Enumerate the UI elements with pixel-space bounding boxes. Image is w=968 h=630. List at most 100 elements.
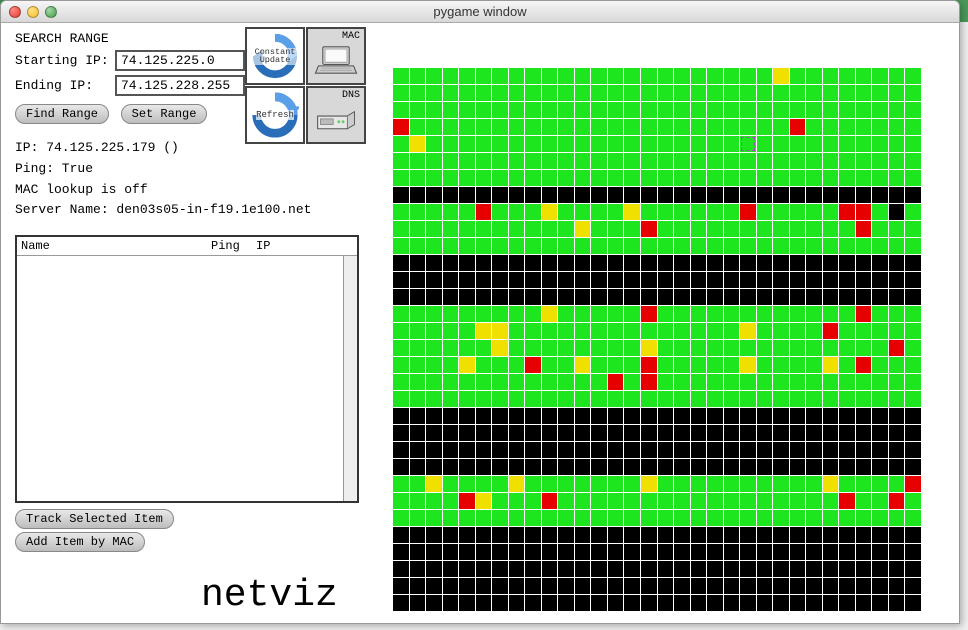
grid-cell[interactable] — [459, 544, 475, 560]
grid-cell[interactable] — [393, 544, 409, 560]
grid-cell[interactable] — [691, 323, 707, 339]
grid-cell[interactable] — [591, 595, 607, 611]
grid-cell[interactable] — [691, 391, 707, 407]
grid-cell[interactable] — [691, 221, 707, 237]
grid-cell[interactable] — [608, 102, 624, 118]
grid-cell[interactable] — [509, 374, 525, 390]
grid-cell[interactable] — [509, 102, 525, 118]
grid-cell[interactable] — [558, 408, 574, 424]
grid-cell[interactable] — [525, 306, 541, 322]
grid-cell[interactable] — [856, 170, 872, 186]
grid-cell[interactable] — [707, 272, 723, 288]
grid-cell[interactable] — [740, 391, 756, 407]
grid-cell[interactable] — [525, 459, 541, 475]
grid-cell[interactable] — [856, 68, 872, 84]
grid-cell[interactable] — [790, 102, 806, 118]
grid-cell[interactable] — [707, 425, 723, 441]
grid-cell[interactable] — [790, 187, 806, 203]
grid-cell[interactable] — [872, 238, 888, 254]
grid-cell[interactable] — [525, 561, 541, 577]
grid-cell[interactable] — [658, 578, 674, 594]
grid-cell[interactable] — [889, 578, 905, 594]
grid-cell[interactable] — [443, 459, 459, 475]
grid-cell[interactable] — [707, 578, 723, 594]
grid-cell[interactable] — [624, 119, 640, 135]
grid-cell[interactable] — [757, 306, 773, 322]
grid-cell[interactable] — [492, 68, 508, 84]
grid-cell[interactable] — [773, 374, 789, 390]
grid-cell[interactable] — [839, 204, 855, 220]
grid-cell[interactable] — [740, 561, 756, 577]
grid-cell[interactable] — [443, 272, 459, 288]
grid-cell[interactable] — [558, 85, 574, 101]
grid-cell[interactable] — [740, 272, 756, 288]
grid-cell[interactable] — [542, 374, 558, 390]
grid-cell[interactable] — [674, 323, 690, 339]
grid-cell[interactable] — [674, 493, 690, 509]
grid-cell[interactable] — [691, 442, 707, 458]
grid-cell[interactable] — [674, 272, 690, 288]
grid-cell[interactable] — [724, 170, 740, 186]
grid-cell[interactable] — [393, 153, 409, 169]
grid-cell[interactable] — [641, 170, 657, 186]
grid-cell[interactable] — [558, 391, 574, 407]
grid-cell[interactable] — [856, 238, 872, 254]
grid-cell[interactable] — [624, 527, 640, 543]
grid-cell[interactable] — [740, 442, 756, 458]
grid-cell[interactable] — [641, 476, 657, 492]
grid-cell[interactable] — [558, 102, 574, 118]
grid-cell[interactable] — [525, 136, 541, 152]
grid-cell[interactable] — [558, 306, 574, 322]
grid-cell[interactable] — [459, 493, 475, 509]
grid-cell[interactable] — [443, 425, 459, 441]
grid-cell[interactable] — [575, 136, 591, 152]
grid-cell[interactable] — [823, 204, 839, 220]
grid-cell[interactable] — [410, 68, 426, 84]
grid-cell[interactable] — [757, 221, 773, 237]
grid-cell[interactable] — [443, 578, 459, 594]
grid-cell[interactable] — [476, 102, 492, 118]
grid-cell[interactable] — [856, 119, 872, 135]
grid-cell[interactable] — [575, 425, 591, 441]
grid-cell[interactable] — [889, 425, 905, 441]
grid-cell[interactable] — [674, 85, 690, 101]
grid-cell[interactable] — [426, 187, 442, 203]
grid-cell[interactable] — [608, 272, 624, 288]
grid-cell[interactable] — [839, 238, 855, 254]
grid-cell[interactable] — [724, 102, 740, 118]
grid-cell[interactable] — [624, 595, 640, 611]
grid-cell[interactable] — [608, 238, 624, 254]
grid-cell[interactable] — [393, 68, 409, 84]
grid-cell[interactable] — [542, 170, 558, 186]
grid-cell[interactable] — [674, 255, 690, 271]
grid-cell[interactable] — [542, 357, 558, 373]
grid-cell[interactable] — [740, 357, 756, 373]
grid-cell[interactable] — [542, 595, 558, 611]
grid-cell[interactable] — [575, 323, 591, 339]
grid-cell[interactable] — [443, 289, 459, 305]
grid-cell[interactable] — [509, 119, 525, 135]
grid-cell[interactable] — [608, 561, 624, 577]
grid-cell[interactable] — [790, 68, 806, 84]
grid-cell[interactable] — [575, 578, 591, 594]
grid-cell[interactable] — [658, 323, 674, 339]
grid-cell[interactable] — [608, 595, 624, 611]
grid-cell[interactable] — [905, 374, 921, 390]
grid-cell[interactable] — [707, 153, 723, 169]
grid-cell[interactable] — [839, 595, 855, 611]
grid-cell[interactable] — [443, 85, 459, 101]
grid-cell[interactable] — [658, 170, 674, 186]
grid-cell[interactable] — [773, 578, 789, 594]
grid-cell[interactable] — [674, 221, 690, 237]
grid-cell[interactable] — [509, 136, 525, 152]
grid-cell[interactable] — [823, 255, 839, 271]
grid-cell[interactable] — [707, 323, 723, 339]
grid-cell[interactable] — [426, 357, 442, 373]
grid-cell[interactable] — [707, 102, 723, 118]
grid-cell[interactable] — [624, 153, 640, 169]
grid-cell[interactable] — [410, 204, 426, 220]
grid-cell[interactable] — [707, 391, 723, 407]
grid-cell[interactable] — [740, 544, 756, 560]
grid-cell[interactable] — [575, 544, 591, 560]
grid-cell[interactable] — [757, 544, 773, 560]
